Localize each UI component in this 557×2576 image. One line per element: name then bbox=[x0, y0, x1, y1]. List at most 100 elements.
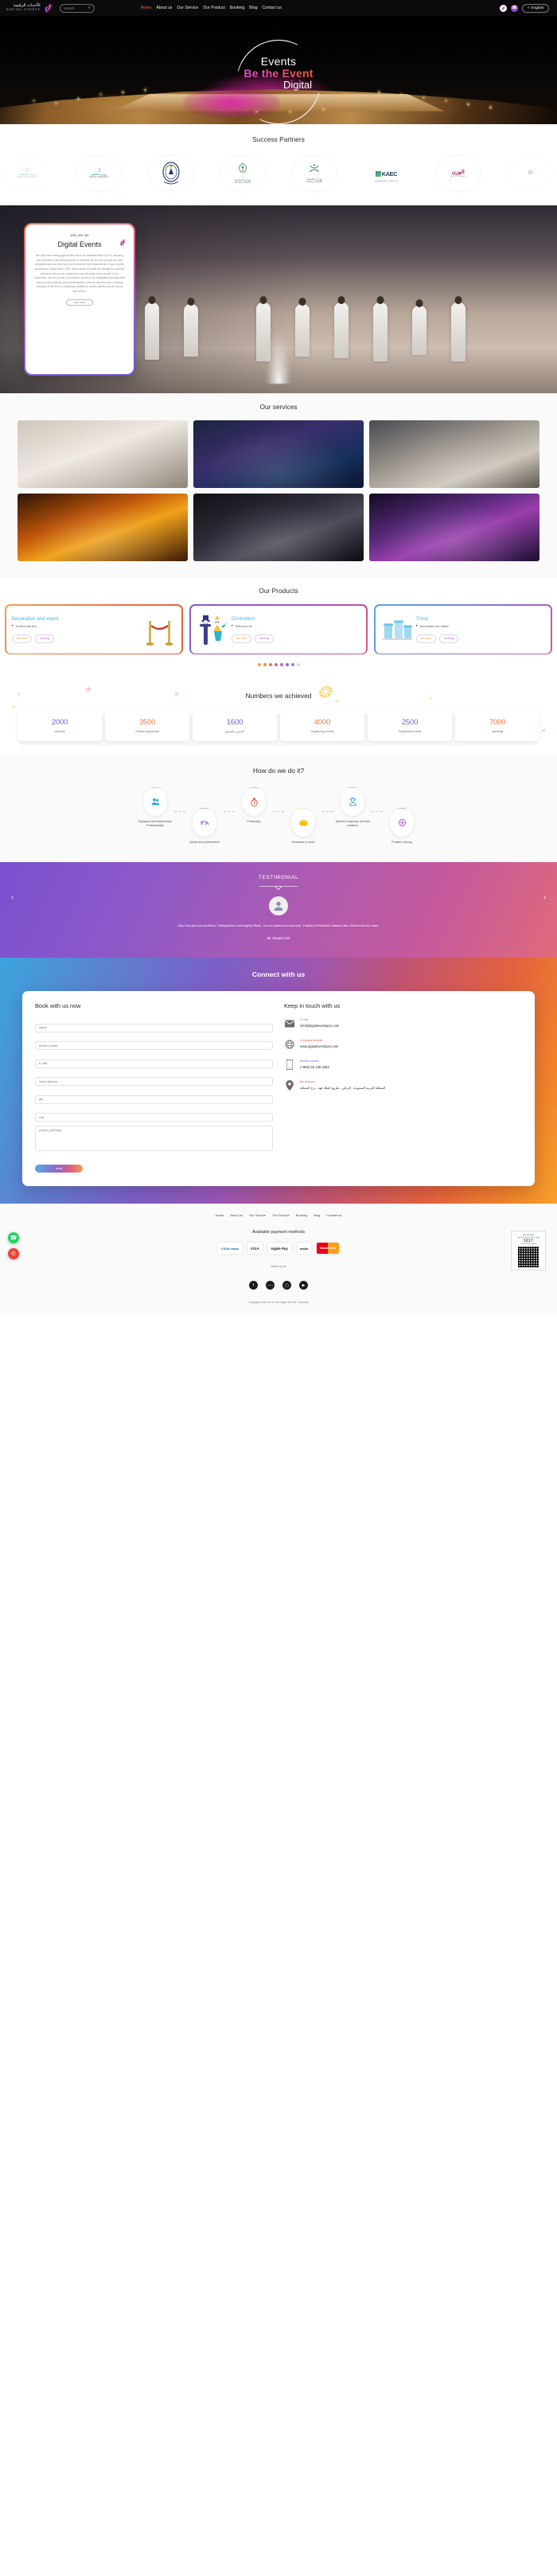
service-select[interactable] bbox=[35, 1077, 273, 1087]
contact-website-value[interactable]: www.digitaleventspro.com bbox=[300, 1044, 338, 1049]
products-carousel-dots bbox=[0, 663, 557, 667]
hero-line-2: Be the Event bbox=[199, 67, 358, 80]
footer-nav-contact-us[interactable]: Contact us bbox=[326, 1213, 341, 1217]
contact-mobile-value[interactable]: (+966) 56 138 0363 bbox=[300, 1065, 329, 1070]
visa-logo: VISA bbox=[247, 1243, 263, 1255]
how-step-5-label: Problem Solving bbox=[391, 841, 412, 845]
product-1-booking-button[interactable]: Booking bbox=[255, 634, 275, 643]
contact-item-address: the address المملكة العربية السعودية - ا… bbox=[284, 1080, 522, 1091]
partners-title: Success Partners bbox=[252, 135, 305, 143]
about-see-more-button[interactable]: see more bbox=[66, 299, 93, 306]
nav-item-blog[interactable]: Blog bbox=[249, 6, 257, 10]
brand-logo[interactable]: الأحداث الرقمية DIGITAL EVENTS bbox=[6, 3, 53, 14]
how-connector-1 bbox=[224, 811, 235, 813]
carousel-dot-0[interactable] bbox=[257, 663, 261, 667]
services-title: Our services bbox=[259, 403, 298, 411]
product-2-booking-button[interactable]: Booking bbox=[439, 634, 459, 643]
how-connector-0 bbox=[174, 811, 185, 813]
ministry-of-sports-icon bbox=[238, 163, 247, 173]
carousel-dot-4[interactable] bbox=[279, 663, 283, 667]
nav-item-contact-us[interactable]: Contact us bbox=[262, 6, 281, 10]
whatsapp-icon[interactable]: ☎ bbox=[511, 4, 518, 12]
mobile-field[interactable] bbox=[35, 1041, 273, 1051]
chevron-left-icon[interactable]: ‹ bbox=[11, 893, 14, 901]
how-step-4-ring bbox=[341, 787, 364, 817]
how-step-0-ring bbox=[143, 787, 167, 817]
send-button[interactable]: send bbox=[35, 1165, 83, 1173]
carousel-dot-3[interactable] bbox=[274, 663, 278, 667]
stat-card-4: 2500 Organizing events bbox=[368, 711, 452, 742]
about-body-text: We have been racing against time since o… bbox=[34, 254, 125, 293]
footer-nav-blog[interactable]: Blog bbox=[314, 1213, 320, 1217]
testimonial-author: Mr. Moaed Asiri bbox=[267, 936, 290, 941]
service-image-ceremony[interactable] bbox=[18, 420, 188, 488]
name-field[interactable] bbox=[35, 1023, 273, 1032]
services-section: Our services bbox=[0, 393, 557, 577]
twitter-icon[interactable]: ⸺ bbox=[266, 1281, 275, 1290]
footer-nav-home[interactable]: Home bbox=[216, 1213, 224, 1217]
footer-nav-our-service[interactable]: Our Service bbox=[249, 1213, 266, 1217]
service-image-hall[interactable] bbox=[369, 420, 539, 488]
hero-text: Events Be the Event Digital bbox=[199, 56, 358, 91]
language-selector[interactable]: ˅ English bbox=[522, 3, 549, 13]
logo-icon bbox=[118, 237, 127, 247]
about-section: who are we Digital Events We have been r… bbox=[0, 205, 557, 393]
avatar bbox=[269, 896, 288, 916]
project-summary-field[interactable] bbox=[35, 1126, 273, 1152]
carousel-dot-2[interactable] bbox=[268, 663, 272, 667]
service-image-camera-crew[interactable] bbox=[193, 494, 364, 561]
contact-item-email: E-mail info@digitaleventspro.com bbox=[284, 1018, 522, 1028]
nav-item-booking[interactable]: Booking bbox=[230, 6, 244, 10]
whatsapp-float-button[interactable]: ☎ bbox=[8, 1232, 19, 1244]
gift-field[interactable] bbox=[35, 1095, 273, 1104]
brand-text: الأحداث الرقمية DIGITAL EVENTS bbox=[6, 3, 41, 12]
carousel-dot-5[interactable] bbox=[285, 663, 289, 667]
product-2-title: Trimo bbox=[415, 615, 429, 622]
testimonial-divider bbox=[259, 886, 298, 888]
footer-nav-our-product[interactable]: Our Product bbox=[272, 1213, 290, 1217]
service-image-stage-lighting[interactable] bbox=[369, 494, 539, 561]
logo-badge-icon[interactable] bbox=[500, 4, 507, 12]
footer-nav-booking[interactable]: Booking bbox=[296, 1213, 307, 1217]
youtube-icon[interactable]: ▶ bbox=[299, 1281, 308, 1290]
phone-float-button[interactable]: ✆ bbox=[8, 1248, 19, 1260]
nav-item-our-service[interactable]: Our Service bbox=[177, 6, 198, 10]
stopwatch-icon bbox=[250, 798, 258, 806]
product-2-see-more-button[interactable]: see more bbox=[415, 634, 437, 643]
chevron-right-icon[interactable]: › bbox=[543, 893, 546, 901]
product-1-item-0: Welcome air bbox=[232, 625, 361, 628]
ministry-of-health-icon bbox=[310, 164, 319, 173]
product-0-see-more-button[interactable]: see more bbox=[11, 634, 33, 643]
product-card-trimo[interactable]: Trimo Illuminated bar tables see more Bo… bbox=[374, 604, 552, 655]
nav-item-our-product[interactable]: Our Product bbox=[203, 6, 224, 10]
carousel-dot-1[interactable] bbox=[263, 663, 267, 667]
product-0-booking-button[interactable]: Booking bbox=[35, 634, 55, 643]
product-1-see-more-button[interactable]: see more bbox=[231, 634, 252, 643]
service-image-concert[interactable] bbox=[193, 420, 364, 488]
footer-nav-about-us[interactable]: About us bbox=[230, 1213, 243, 1217]
commercial-register-label: Commercial register bbox=[520, 1243, 537, 1246]
how-step-2: Punctuality bbox=[235, 787, 273, 824]
product-card-controllers[interactable]: Controllers Welcome air see more Booking bbox=[189, 604, 368, 655]
hero-line-3: Digital bbox=[282, 79, 313, 92]
how-step-1-label: Speed and achievement bbox=[189, 841, 220, 845]
instagram-icon[interactable]: ▢ bbox=[282, 1281, 291, 1290]
email-field[interactable] bbox=[35, 1059, 273, 1068]
contact-email-value[interactable]: info@digitaleventspro.com bbox=[300, 1024, 339, 1028]
nav-item-about-us[interactable]: About us bbox=[156, 6, 172, 10]
location-pin-icon bbox=[284, 1080, 294, 1091]
mastercard-logo: MasterCard bbox=[317, 1243, 339, 1255]
carousel-dot-6[interactable] bbox=[290, 663, 294, 667]
service-image-fire-show[interactable] bbox=[18, 494, 188, 561]
carousel-dot-7[interactable] bbox=[296, 663, 300, 667]
phone-icon bbox=[284, 1060, 294, 1071]
stat-3-value: 4000 bbox=[314, 718, 331, 728]
product-card-decoration[interactable]: Decoration and event Golden barriers see… bbox=[5, 604, 183, 655]
city-field[interactable] bbox=[35, 1113, 273, 1122]
follow-us-label: follow us on bbox=[271, 1265, 286, 1269]
search-input[interactable]: Search ⚲ bbox=[59, 3, 95, 13]
partner-logo-5: KAEC مدينة الملك عبدالله الاقتصادية bbox=[364, 156, 409, 191]
facebook-icon[interactable]: f bbox=[249, 1281, 258, 1290]
nav-item-home[interactable]: Home bbox=[141, 6, 152, 10]
main-nav: Home About us Our Service Our Product Bo… bbox=[141, 6, 282, 10]
